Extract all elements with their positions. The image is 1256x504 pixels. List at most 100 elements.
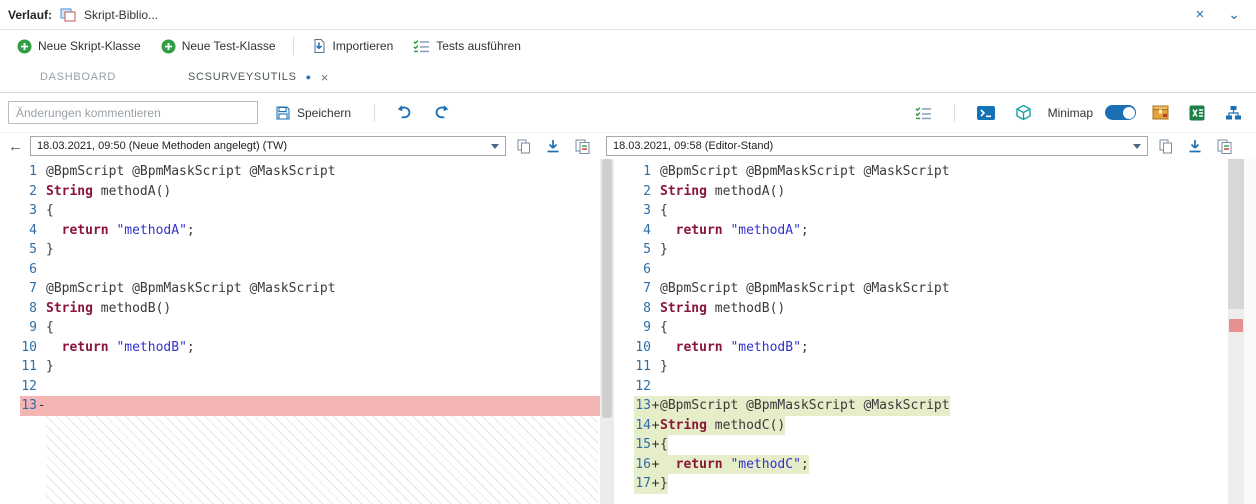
code-line: 8String methodB() bbox=[0, 299, 600, 319]
plus-circle-icon bbox=[161, 39, 176, 54]
minimap-toggle[interactable] bbox=[1105, 105, 1136, 120]
copy-icon bbox=[1159, 139, 1173, 154]
version-bar-left: ← 18.03.2021, 09:50 (Neue Methoden angel… bbox=[0, 136, 600, 156]
tab-scsurveysutils[interactable]: SCSURVEYSUTILS ● × bbox=[162, 62, 355, 93]
main-toolbar: Neue Skript-Klasse Neue Test-Klasse Impo… bbox=[0, 30, 1256, 62]
code-line: 6 bbox=[614, 260, 1228, 280]
code-line: 1@BpmScript @BpmMaskScript @MaskScript bbox=[614, 162, 1228, 182]
code-line: 17+} bbox=[614, 474, 1228, 494]
structure-view-button[interactable] bbox=[1221, 103, 1246, 123]
code-line: 5} bbox=[0, 240, 600, 260]
package-icon bbox=[1152, 105, 1169, 120]
code-line: 7@BpmScript @BpmMaskScript @MaskScript bbox=[614, 279, 1228, 299]
cube-button[interactable] bbox=[1011, 102, 1036, 123]
package-export-button[interactable] bbox=[1148, 103, 1173, 122]
redo-icon bbox=[432, 104, 451, 121]
code-line: 4 return "methodA"; bbox=[0, 221, 600, 241]
save-button[interactable]: Speichern bbox=[268, 102, 358, 124]
code-line: 8String methodB() bbox=[614, 299, 1228, 319]
missing-lines-hatch bbox=[46, 416, 598, 504]
export-diff-button[interactable] bbox=[1213, 137, 1236, 156]
import-label: Importieren bbox=[333, 39, 394, 53]
code-line: 11} bbox=[0, 357, 600, 377]
right-version-value: 18.03.2021, 09:58 (Editor-Stand) bbox=[613, 140, 773, 152]
code-line: 7@BpmScript @BpmMaskScript @MaskScript bbox=[0, 279, 600, 299]
new-script-class-label: Neue Skript-Klasse bbox=[38, 39, 141, 53]
left-code-pane: 1@BpmScript @BpmMaskScript @MaskScript2S… bbox=[0, 159, 600, 504]
save-label: Speichern bbox=[297, 106, 351, 120]
toolbar-separator bbox=[954, 104, 955, 122]
diff-pages-icon bbox=[575, 139, 590, 154]
download-version-button[interactable] bbox=[1184, 137, 1206, 156]
import-icon bbox=[311, 38, 327, 54]
export-diff-button[interactable] bbox=[571, 137, 594, 156]
toggle-knob bbox=[1123, 107, 1135, 119]
download-icon bbox=[546, 139, 560, 154]
console-button[interactable] bbox=[973, 103, 999, 123]
run-class-tests-button[interactable] bbox=[911, 104, 936, 122]
close-icon[interactable]: × bbox=[1192, 6, 1209, 23]
run-tests-button[interactable]: Tests ausführen bbox=[404, 35, 530, 57]
tab-bar: DASHBOARD SCSURVEYSUTILS ● × bbox=[0, 62, 1256, 93]
code-line: 9{ bbox=[0, 318, 600, 338]
code-line: 9{ bbox=[614, 318, 1228, 338]
toolbar-separator bbox=[374, 104, 375, 122]
excel-export-button[interactable] bbox=[1185, 103, 1209, 123]
plus-circle-icon bbox=[17, 39, 32, 54]
excel-export-icon bbox=[1189, 105, 1205, 121]
code-line: 13- bbox=[0, 396, 600, 416]
download-version-button[interactable] bbox=[542, 137, 564, 156]
version-bar: ← 18.03.2021, 09:50 (Neue Methoden angel… bbox=[0, 133, 1256, 159]
code-line: 3{ bbox=[614, 201, 1228, 221]
code-line: 3{ bbox=[0, 201, 600, 221]
tab-dashboard[interactable]: DASHBOARD bbox=[14, 63, 142, 91]
left-pane-scrollbar[interactable] bbox=[600, 159, 614, 504]
undo-icon bbox=[395, 104, 414, 121]
code-line: 13+@BpmScript @BpmMaskScript @MaskScript bbox=[614, 396, 1228, 416]
diff-marker[interactable] bbox=[1229, 319, 1243, 332]
code-line: 6 bbox=[0, 260, 600, 280]
chevron-down-icon bbox=[1133, 144, 1141, 149]
code-lines: 1@BpmScript @BpmMaskScript @MaskScript2S… bbox=[614, 162, 1228, 494]
modified-dot-icon: ● bbox=[306, 72, 312, 82]
run-tests-icon bbox=[915, 106, 932, 120]
redo-button[interactable] bbox=[428, 102, 455, 123]
code-line: 2String methodA() bbox=[0, 182, 600, 202]
tab-label: SCSURVEYSUTILS bbox=[188, 71, 297, 83]
tab-close-icon[interactable]: × bbox=[321, 70, 329, 85]
minimap-overview-ruler[interactable] bbox=[1228, 159, 1244, 504]
copy-version-button[interactable] bbox=[1155, 137, 1177, 156]
undo-button[interactable] bbox=[391, 102, 418, 123]
history-entry[interactable]: Skript-Biblio... bbox=[84, 8, 158, 22]
diff-pages-icon bbox=[1217, 139, 1232, 154]
script-library-icon bbox=[60, 8, 76, 22]
comment-input[interactable] bbox=[8, 101, 258, 124]
cube-icon bbox=[1015, 104, 1032, 121]
code-lines: 1@BpmScript @BpmMaskScript @MaskScript2S… bbox=[0, 162, 600, 416]
right-gutter bbox=[1244, 159, 1256, 504]
new-script-class-button[interactable]: Neue Skript-Klasse bbox=[8, 35, 150, 58]
code-line: 12 bbox=[614, 377, 1228, 397]
import-button[interactable]: Importieren bbox=[302, 34, 403, 58]
run-tests-label: Tests ausführen bbox=[436, 39, 521, 53]
scrollbar-thumb[interactable] bbox=[602, 159, 612, 418]
hierarchy-icon bbox=[1225, 105, 1242, 121]
left-version-value: 18.03.2021, 09:50 (Neue Methoden angeleg… bbox=[37, 140, 287, 152]
scrollbar-thumb[interactable] bbox=[1228, 159, 1244, 309]
back-arrow-icon[interactable]: ← bbox=[8, 139, 23, 154]
code-line: 10 return "methodB"; bbox=[0, 338, 600, 358]
chevron-down-icon[interactable]: ⌄ bbox=[1224, 6, 1244, 23]
copy-icon bbox=[517, 139, 531, 154]
copy-version-button[interactable] bbox=[513, 137, 535, 156]
run-tests-icon bbox=[413, 39, 430, 53]
editor-toolbar: Speichern bbox=[0, 93, 1256, 133]
toolbar-separator bbox=[293, 37, 294, 55]
chevron-down-icon bbox=[491, 144, 499, 149]
code-line: 14+String methodC() bbox=[614, 416, 1228, 436]
new-test-class-button[interactable]: Neue Test-Klasse bbox=[152, 35, 285, 58]
console-icon bbox=[977, 105, 995, 121]
code-line: 11} bbox=[614, 357, 1228, 377]
right-version-dropdown[interactable]: 18.03.2021, 09:58 (Editor-Stand) bbox=[606, 136, 1148, 156]
left-version-dropdown[interactable]: 18.03.2021, 09:50 (Neue Methoden angeleg… bbox=[30, 136, 506, 156]
code-line: 10 return "methodB"; bbox=[614, 338, 1228, 358]
